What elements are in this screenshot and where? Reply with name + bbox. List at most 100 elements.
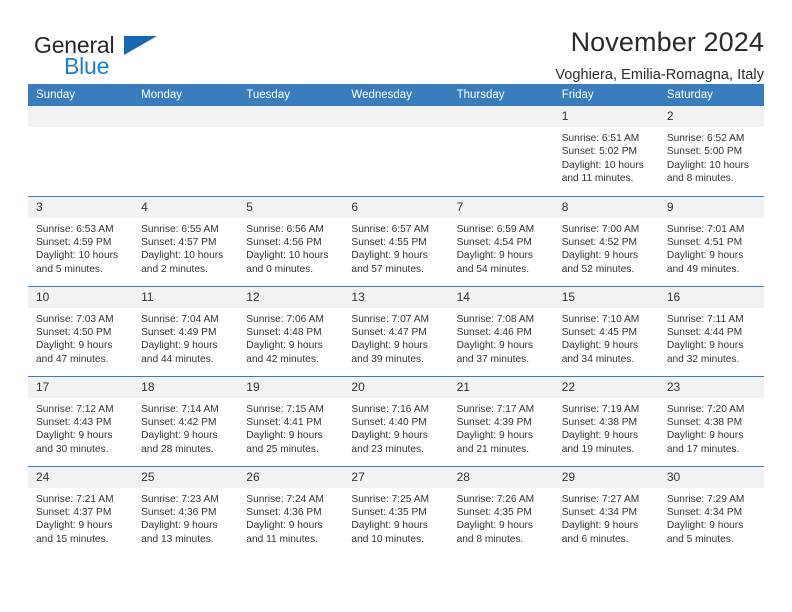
day-number: 23 [658, 376, 764, 398]
daylight-duration-line1: Daylight: 9 hours [456, 430, 534, 442]
calendar-day-cell-empty [28, 106, 134, 196]
calendar-day-cell[interactable]: 19 Sunrise: 7:15 AM Sunset: 4:41 PM Dayligh… [238, 375, 344, 466]
sunrise-time: Sunrise: 7:01 AM [666, 223, 745, 235]
calendar-day-cell[interactable]: 16 Sunrise: 7:11 AM Sunset: 4:44 PM Dayligh… [658, 285, 764, 376]
sunset-time: Sunset: 4:45 PM [561, 326, 638, 338]
calendar-day-cell-empty [448, 106, 554, 196]
calendar-day-cell[interactable]: 3 Sunrise: 6:53 AM Sunset: 4:59 PM Daylight… [28, 195, 134, 286]
daylight-duration-line2: and 28 minutes. [141, 443, 214, 455]
calendar-day-cell[interactable]: 27 Sunrise: 7:25 AM Sunset: 4:35 PM Dayligh… [343, 465, 449, 556]
calendar-header-row: Sunday Monday Tuesday Wednesday Thursday Frid… [28, 84, 764, 106]
weekday-header-tuesday: Tuesday [238, 84, 344, 106]
day-details: Sunrise: 6:52 AM Sunset: 5:00 PM Daylight:… [659, 127, 764, 186]
sunset-time: Sunset: 4:52 PM [561, 236, 638, 248]
day-details: Sunrise: 6:57 AM Sunset: 4:55 PM Daylight:… [343, 218, 448, 277]
daylight-duration-line1: Daylight: 10 hours [561, 159, 644, 171]
calendar-day-cell[interactable]: 12 Sunrise: 7:06 AM Sunset: 4:48 PM Dayligh… [238, 285, 344, 376]
calendar-day-cell[interactable]: 21 Sunrise: 7:17 AM Sunset: 4:39 PM Dayligh… [448, 375, 554, 466]
day-number: 30 [658, 466, 764, 488]
calendar-day-cell[interactable]: 22 Sunrise: 7:19 AM Sunset: 4:38 PM Dayligh… [553, 375, 659, 466]
sunrise-time: Sunrise: 7:25 AM [351, 493, 430, 505]
daylight-duration-line2: and 34 minutes. [561, 353, 635, 365]
day-number: 8 [553, 196, 659, 218]
calendar-day-cell[interactable]: 18 Sunrise: 7:14 AM Sunset: 4:42 PM Dayligh… [133, 375, 239, 466]
daylight-duration-line2: and 0 minutes. [246, 263, 314, 275]
daylight-duration-line2: and 11 minutes. [246, 533, 319, 545]
calendar-day-cell[interactable]: 20 Sunrise: 7:16 AM Sunset: 4:40 PM Dayligh… [343, 375, 449, 466]
calendar-day-cell[interactable]: 28 Sunrise: 7:26 AM Sunset: 4:35 PM Dayligh… [448, 465, 554, 556]
calendar-day-cell[interactable]: 26 Sunrise: 7:24 AM Sunset: 4:36 PM Dayligh… [238, 465, 344, 556]
daylight-duration-line2: and 54 minutes. [456, 263, 530, 275]
sunrise-time: Sunrise: 7:17 AM [456, 403, 535, 415]
day-number: 21 [448, 376, 554, 398]
daylight-duration-line1: Daylight: 9 hours [666, 250, 744, 262]
day-details: Sunrise: 6:56 AM Sunset: 4:56 PM Daylight:… [238, 218, 343, 277]
calendar-body: 1 Sunrise: 6:51 AM Sunset: 5:02 PM Daylight… [28, 106, 764, 556]
daylight-duration-line1: Daylight: 9 hours [141, 430, 218, 442]
daylight-duration-line2: and 57 minutes. [351, 263, 424, 275]
day-number: 12 [238, 286, 344, 308]
sunset-time: Sunset: 4:54 PM [456, 236, 532, 248]
calendar-day-cell[interactable]: 14 Sunrise: 7:08 AM Sunset: 4:46 PM Dayligh… [448, 285, 554, 376]
day-number: 7 [448, 196, 554, 218]
day-number: 22 [553, 376, 659, 398]
calendar-day-cell-empty [238, 106, 344, 196]
calendar-day-cell[interactable]: 23 Sunrise: 7:20 AM Sunset: 4:38 PM Dayligh… [658, 375, 764, 466]
brand-logo[interactable]: General Blue [28, 28, 198, 84]
calendar-day-cell[interactable]: 5 Sunrise: 6:56 AM Sunset: 4:56 PM Daylight… [238, 195, 344, 286]
daylight-duration-line1: Daylight: 10 hours [141, 250, 224, 262]
calendar-day-cell[interactable]: 10 Sunrise: 7:03 AM Sunset: 4:50 PM Dayligh… [28, 285, 134, 376]
weekday-header-saturday: Saturday [658, 84, 764, 106]
sunset-time: Sunset: 4:35 PM [351, 506, 427, 518]
calendar-day-cell[interactable]: 1 Sunrise: 6:51 AM Sunset: 5:02 PM Daylight… [553, 106, 659, 196]
sunrise-time: Sunrise: 6:52 AM [666, 133, 745, 144]
daylight-duration-line1: Daylight: 9 hours [351, 430, 428, 442]
sunset-time: Sunset: 4:35 PM [456, 506, 532, 518]
sunset-time: Sunset: 4:42 PM [141, 416, 217, 428]
sunset-time: Sunset: 4:36 PM [141, 506, 217, 518]
day-number: 26 [238, 466, 344, 488]
day-details: Sunrise: 7:03 AM Sunset: 4:50 PM Daylight:… [28, 308, 133, 367]
weekday-header-friday: Friday [553, 84, 659, 106]
day-details: Sunrise: 7:19 AM Sunset: 4:38 PM Daylight:… [554, 398, 659, 457]
calendar-day-cell[interactable]: 25 Sunrise: 7:23 AM Sunset: 4:36 PM Dayligh… [133, 465, 239, 556]
calendar-day-cell[interactable]: 30 Sunrise: 7:29 AM Sunset: 4:34 PM Dayligh… [658, 465, 764, 556]
day-number [238, 106, 344, 127]
day-details: Sunrise: 7:27 AM Sunset: 4:34 PM Daylight:… [554, 488, 659, 547]
day-number: 5 [238, 196, 344, 218]
calendar-day-cell[interactable]: 7 Sunrise: 6:59 AM Sunset: 4:54 PM Daylight… [448, 195, 554, 286]
day-details: Sunrise: 7:21 AM Sunset: 4:37 PM Daylight:… [28, 488, 133, 547]
daylight-duration-line2: and 8 minutes. [666, 173, 734, 185]
calendar-day-cell[interactable]: 24 Sunrise: 7:21 AM Sunset: 4:37 PM Dayligh… [28, 465, 134, 556]
daylight-duration-line1: Daylight: 9 hours [351, 250, 428, 262]
page-header: General Blue November 2024 Voghiera, Emi… [28, 0, 764, 82]
day-number [343, 106, 449, 127]
sunrise-time: Sunrise: 7:07 AM [351, 313, 430, 325]
calendar-day-cell[interactable]: 4 Sunrise: 6:55 AM Sunset: 4:57 PM Daylight… [133, 195, 239, 286]
day-number: 20 [343, 376, 449, 398]
sunset-time: Sunset: 4:48 PM [246, 326, 322, 338]
calendar-day-cell[interactable]: 11 Sunrise: 7:04 AM Sunset: 4:49 PM Dayligh… [133, 285, 239, 376]
day-number: 13 [343, 286, 449, 308]
calendar-day-cell[interactable]: 2 Sunrise: 6:52 AM Sunset: 5:00 PM Daylight… [658, 106, 764, 196]
calendar-day-cell[interactable]: 15 Sunrise: 7:10 AM Sunset: 4:45 PM Dayligh… [553, 285, 659, 376]
daylight-duration-line1: Daylight: 9 hours [141, 520, 218, 532]
sunset-time: Sunset: 4:44 PM [666, 326, 743, 338]
sunrise-time: Sunrise: 7:14 AM [141, 403, 219, 415]
calendar-day-cell[interactable]: 8 Sunrise: 7:00 AM Sunset: 4:52 PM Daylight… [553, 195, 659, 286]
calendar-day-cell[interactable]: 13 Sunrise: 7:07 AM Sunset: 4:47 PM Dayligh… [343, 285, 449, 376]
calendar-day-cell[interactable]: 6 Sunrise: 6:57 AM Sunset: 4:55 PM Daylight… [343, 195, 449, 286]
daylight-duration-line1: Daylight: 9 hours [36, 430, 113, 442]
calendar-day-cell-empty [133, 106, 239, 196]
daylight-duration-line2: and 39 minutes. [351, 353, 424, 365]
daylight-duration-line1: Daylight: 9 hours [666, 340, 744, 352]
calendar-day-cell[interactable]: 9 Sunrise: 7:01 AM Sunset: 4:51 PM Daylight… [658, 195, 764, 286]
calendar-day-cell[interactable]: 29 Sunrise: 7:27 AM Sunset: 4:34 PM Dayligh… [553, 465, 659, 556]
sunrise-time: Sunrise: 7:19 AM [561, 403, 640, 415]
day-details: Sunrise: 7:16 AM Sunset: 4:40 PM Daylight:… [343, 398, 448, 457]
day-number: 28 [448, 466, 554, 488]
sunset-time: Sunset: 4:59 PM [36, 236, 112, 248]
day-number: 14 [448, 286, 554, 308]
weekday-header-monday: Monday [133, 84, 239, 106]
calendar-day-cell[interactable]: 17 Sunrise: 7:12 AM Sunset: 4:43 PM Dayligh… [28, 375, 134, 466]
